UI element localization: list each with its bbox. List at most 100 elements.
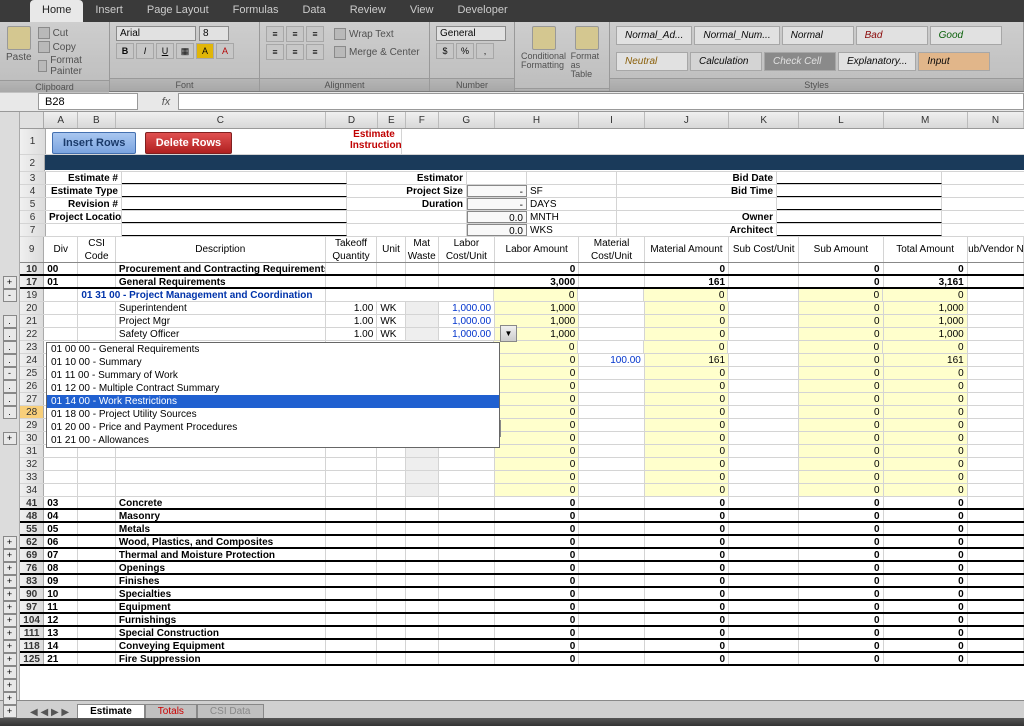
tab-developer[interactable]: Developer: [445, 0, 519, 22]
col-header-E[interactable]: E: [378, 112, 406, 128]
col-header-C[interactable]: C: [116, 112, 327, 128]
cell-style-1[interactable]: Normal_Num...: [694, 26, 779, 45]
underline-button[interactable]: U: [156, 43, 174, 59]
formula-bar[interactable]: [178, 93, 1024, 110]
outline-toggle[interactable]: +: [3, 666, 17, 679]
cell-style-2[interactable]: Normal: [782, 26, 854, 45]
select-all-corner[interactable]: [20, 112, 44, 128]
cell-style-6[interactable]: Calculation: [690, 52, 762, 71]
estimate-instructions-link[interactable]: EstimateInstructions: [347, 129, 402, 154]
number-format-combo[interactable]: [436, 26, 506, 41]
dropdown-item[interactable]: 01 00 00 - General Requirements: [47, 343, 499, 356]
outline-toggle[interactable]: +: [3, 562, 17, 575]
tab-insert[interactable]: Insert: [83, 0, 135, 22]
outline-toggle[interactable]: +: [3, 588, 17, 601]
col-header-F[interactable]: F: [406, 112, 439, 128]
dropdown-item[interactable]: 01 12 00 - Multiple Contract Summary: [47, 382, 499, 395]
outline-toggle[interactable]: +: [3, 692, 17, 705]
outline-toggle[interactable]: +: [3, 276, 17, 289]
outline-toggle[interactable]: .: [3, 328, 17, 341]
dropdown-item[interactable]: 01 14 00 - Work Restrictions: [47, 395, 499, 408]
border-button[interactable]: ▦: [176, 43, 194, 59]
name-box[interactable]: [38, 93, 138, 110]
outline-toggle[interactable]: +: [3, 640, 17, 653]
align-bc[interactable]: ≡: [286, 44, 304, 60]
col-header-L[interactable]: L: [799, 112, 883, 128]
col-header-G[interactable]: G: [439, 112, 495, 128]
tab-pagelayout[interactable]: Page Layout: [135, 0, 221, 22]
align-tr[interactable]: ≡: [306, 26, 324, 42]
col-header-A[interactable]: A: [44, 112, 78, 128]
cell-dropdown-list[interactable]: 01 00 00 - General Requirements01 10 00 …: [46, 342, 500, 448]
cell-dropdown-arrow[interactable]: ▼: [500, 325, 517, 342]
dropdown-item[interactable]: 01 20 00 - Price and Payment Procedures: [47, 421, 499, 434]
cell-style-7[interactable]: Check Cell: [764, 52, 836, 71]
dropdown-item[interactable]: 01 10 00 - Summary: [47, 356, 499, 369]
cell-style-4[interactable]: Good: [930, 26, 1002, 45]
align-tc[interactable]: ≡: [286, 26, 304, 42]
cell-style-5[interactable]: Neutral: [616, 52, 688, 71]
outline-toggle[interactable]: +: [3, 679, 17, 692]
format-painter-button[interactable]: Format Painter: [36, 54, 103, 78]
outline-toggle[interactable]: +: [3, 432, 17, 445]
outline-toggle[interactable]: +: [3, 627, 17, 640]
col-header-J[interactable]: J: [645, 112, 729, 128]
comma-button[interactable]: ,: [476, 43, 494, 59]
insert-rows-button[interactable]: Insert Rows: [52, 132, 136, 154]
sheet-tab-csidata[interactable]: CSI Data: [197, 704, 264, 718]
tab-data[interactable]: Data: [290, 0, 337, 22]
sheet-tab-totals[interactable]: Totals: [145, 704, 197, 718]
col-header-N[interactable]: N: [968, 112, 1024, 128]
tab-view[interactable]: View: [398, 0, 446, 22]
col-header-I[interactable]: I: [579, 112, 645, 128]
sheet-tab-estimate[interactable]: Estimate: [77, 704, 145, 718]
font-size-combo[interactable]: [199, 26, 229, 41]
italic-button[interactable]: I: [136, 43, 154, 59]
wrap-text-button[interactable]: Wrap Text: [332, 26, 396, 42]
dropdown-item[interactable]: 01 21 00 - Allowances: [47, 434, 499, 447]
cell-style-3[interactable]: Bad: [856, 26, 928, 45]
col-header-H[interactable]: H: [495, 112, 579, 128]
outline-toggle[interactable]: .: [3, 354, 17, 367]
outline-toggle[interactable]: +: [3, 705, 17, 718]
outline-toggle[interactable]: +: [3, 614, 17, 627]
align-tl[interactable]: ≡: [266, 26, 284, 42]
outline-toggle[interactable]: .: [3, 380, 17, 393]
copy-button[interactable]: Copy: [36, 40, 103, 54]
dropdown-item[interactable]: 01 11 00 - Summary of Work: [47, 369, 499, 382]
cell-style-0[interactable]: Normal_Ad...: [616, 26, 692, 45]
col-header-B[interactable]: B: [78, 112, 115, 128]
bold-button[interactable]: B: [116, 43, 134, 59]
outline-toggle[interactable]: +: [3, 575, 17, 588]
dropdown-item[interactable]: 01 18 00 - Project Utility Sources: [47, 408, 499, 421]
spreadsheet-grid[interactable]: ABCDEFGHIJKLMN 1Insert Rows Delete RowsE…: [20, 112, 1024, 700]
font-color-button[interactable]: A: [216, 43, 234, 59]
paste-button[interactable]: Paste: [6, 26, 32, 63]
align-br[interactable]: ≡: [306, 44, 324, 60]
font-name-combo[interactable]: [116, 26, 196, 41]
delete-rows-button[interactable]: Delete Rows: [145, 132, 232, 154]
outline-toggle[interactable]: .: [3, 406, 17, 419]
tab-review[interactable]: Review: [338, 0, 398, 22]
outline-toggle[interactable]: +: [3, 601, 17, 614]
col-header-M[interactable]: M: [884, 112, 968, 128]
outline-toggle[interactable]: .: [3, 315, 17, 328]
outline-toggle[interactable]: -: [3, 289, 17, 302]
percent-button[interactable]: %: [456, 43, 474, 59]
outline-toggle[interactable]: +: [3, 549, 17, 562]
outline-toggle[interactable]: +: [3, 536, 17, 549]
fx-icon[interactable]: fx: [158, 96, 174, 108]
merge-button[interactable]: Merge & Center: [332, 44, 422, 60]
cell-style-8[interactable]: Explanatory...: [838, 52, 916, 71]
cut-button[interactable]: Cut: [36, 26, 103, 40]
format-as-table-button[interactable]: Format as Table: [571, 26, 603, 79]
tab-formulas[interactable]: Formulas: [221, 0, 291, 22]
outline-toggle[interactable]: .: [3, 393, 17, 406]
fill-color-button[interactable]: A: [196, 43, 214, 59]
outline-toggle[interactable]: .: [3, 341, 17, 354]
currency-button[interactable]: $: [436, 43, 454, 59]
col-header-D[interactable]: D: [326, 112, 378, 128]
outline-toggle[interactable]: -: [3, 367, 17, 380]
conditional-formatting-button[interactable]: Conditional Formatting: [521, 26, 567, 70]
tab-home[interactable]: Home: [30, 0, 83, 22]
